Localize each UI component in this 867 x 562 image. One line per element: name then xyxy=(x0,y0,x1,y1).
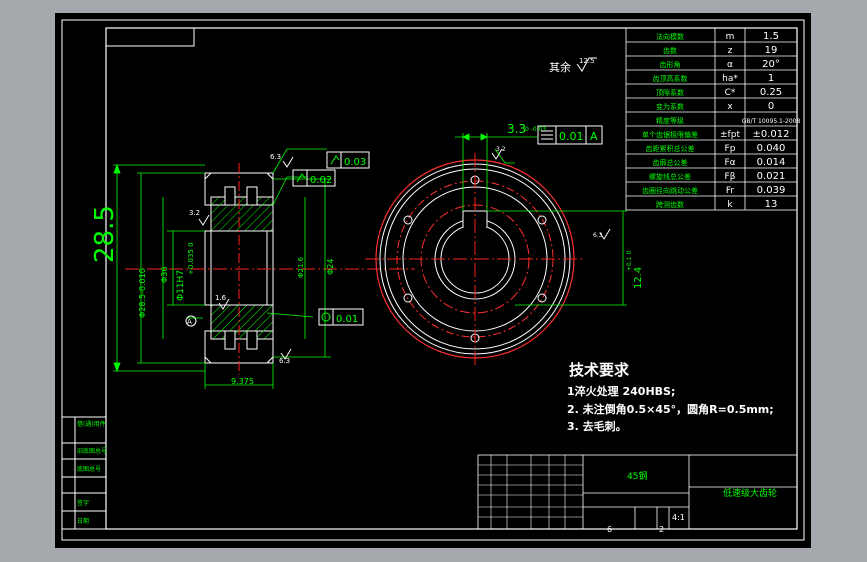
param-label-0: 法向模数 xyxy=(656,32,684,41)
gdt-flatness: 0.01 xyxy=(336,314,358,325)
param-value-2: 20° xyxy=(762,59,780,70)
param-label-6: 精度等级 xyxy=(656,116,684,125)
strip-label-4: 签字 xyxy=(77,499,89,507)
param-value-8: 0.040 xyxy=(757,143,786,154)
param-symbol-0: m xyxy=(726,32,735,42)
param-symbol-7: ±fpt xyxy=(720,130,740,140)
param-label-11: 齿圈径向跳动公差 xyxy=(642,186,698,195)
param-label-4: 顶隙系数 xyxy=(656,88,684,97)
param-label-1: 齿数 xyxy=(663,46,677,55)
gdt-frames xyxy=(185,151,370,327)
param-label-9: 齿廓总公差 xyxy=(653,158,688,167)
dim-bore-tol: +0.035 0 xyxy=(187,242,195,275)
title-sheets: 6 xyxy=(607,525,612,534)
param-symbol-8: Fp xyxy=(725,144,736,154)
dim-bore: Φ11H7 xyxy=(176,270,186,301)
strip-label-2: 旧底图总号 xyxy=(77,447,107,455)
drawing-sheet: 借(通)用件 旧底图总号 底图总号 签字 日期 法向模数 m 1.5 齿数 z 19 齿形角… xyxy=(55,13,811,548)
dim-tip-dia: Φ28.5-0.010 xyxy=(138,268,147,318)
param-value-4: 0.25 xyxy=(760,87,782,98)
param-label-12: 跨测齿数 xyxy=(656,200,684,209)
param-value-11: 0.039 xyxy=(757,185,786,196)
left-strip xyxy=(61,416,107,530)
title-material: 45钢 xyxy=(627,470,647,482)
strip-label-5: 日期 xyxy=(77,517,89,525)
param-label-8: 齿距累积总公差 xyxy=(646,144,695,153)
datum-a-side: A xyxy=(187,318,192,326)
dim-overall-dia: 28.5 xyxy=(90,205,120,263)
strip-label-3: 底图总号 xyxy=(77,465,101,473)
dim-dia-36: Φ36 xyxy=(160,267,169,283)
param-value-0: 1.5 xyxy=(763,31,779,42)
gdt-symmetry: 0.01 xyxy=(559,130,584,143)
drawing-canvas: 借(通)用件 旧底图总号 底图总号 签字 日期 法向模数 m 1.5 齿数 z 19 齿形角… xyxy=(61,19,805,541)
param-symbol-5: x xyxy=(727,102,733,112)
gdt-runout-1: 0.03 xyxy=(344,157,366,168)
rough-3-2-left: 3.2 xyxy=(189,209,200,217)
rough-1-6-left: 1.6 xyxy=(215,294,227,302)
param-symbol-12: k xyxy=(727,200,733,210)
inner-frame xyxy=(105,27,798,530)
rough-6-3-top: 6.3 xyxy=(270,153,281,161)
param-label-2: 齿形角 xyxy=(660,60,681,69)
param-symbol-9: Fα xyxy=(724,158,735,168)
param-value-5: 0 xyxy=(768,101,774,112)
tech-req-3: 3. 去毛刺。 xyxy=(567,419,627,433)
title-scale: 4:1 xyxy=(672,513,685,522)
param-value-9: 0.014 xyxy=(757,157,786,168)
datum-a-front: A xyxy=(590,130,598,143)
param-label-3: 齿顶高系数 xyxy=(653,74,688,83)
param-label-5: 变为系数 xyxy=(656,102,684,111)
dim-dia-24: Φ24 xyxy=(326,259,335,275)
dim-keyway-tol: 0 -0.03 xyxy=(525,126,546,133)
param-value-3: 1 xyxy=(768,73,774,84)
param-value-12: 13 xyxy=(765,199,778,210)
front-roughness-icons xyxy=(491,148,611,240)
param-symbol-2: α xyxy=(727,60,733,70)
param-symbol-10: Fβ xyxy=(725,172,736,182)
tech-req-1: 1淬火处理 240HBS; xyxy=(567,384,675,398)
dim-width: 9.375 xyxy=(231,377,254,386)
title-grid xyxy=(478,455,583,529)
param-label-7: 单个齿锯极限偏差 xyxy=(642,130,698,139)
param-symbol-3: ha* xyxy=(722,74,738,84)
tech-req-2: 2. 未注倒角0.5×45°，圆角R=0.5mm; xyxy=(567,402,774,416)
dim-dia-21: Φ21.6 xyxy=(297,256,305,278)
strip-label-1: 借(通)用件 xyxy=(77,420,106,428)
front-view xyxy=(365,153,585,365)
roughness-note-value: 12.5 xyxy=(579,57,595,65)
dim-keyway-depth-tol: +0.1 0 xyxy=(626,251,633,271)
param-label-10: 螺旋线总公差 xyxy=(649,172,691,181)
top-left-box xyxy=(105,27,195,47)
title-part-name: 低速级大齿轮 xyxy=(723,487,777,499)
rough-3-2-front: 3.2 xyxy=(496,146,506,153)
title-sheet-no: 2 xyxy=(659,525,664,534)
tech-req-title: 技术要求 xyxy=(569,361,630,379)
param-value-7: ±0.012 xyxy=(752,129,789,140)
dim-keyway-width: 3.3 xyxy=(507,122,526,136)
param-value-10: 0.021 xyxy=(757,171,786,182)
roughness-note: 其余 xyxy=(549,60,571,74)
param-symbol-4: C* xyxy=(725,88,736,98)
gdt-runout-2: 0.02 xyxy=(310,175,332,186)
param-symbol-11: Fr xyxy=(726,186,735,196)
param-value-1: 19 xyxy=(765,45,778,56)
dim-keyway-depth: 12.4 xyxy=(633,267,644,289)
param-value-6: GB/T 10095.1-2008 xyxy=(742,118,801,125)
param-symbol-1: z xyxy=(728,46,733,56)
